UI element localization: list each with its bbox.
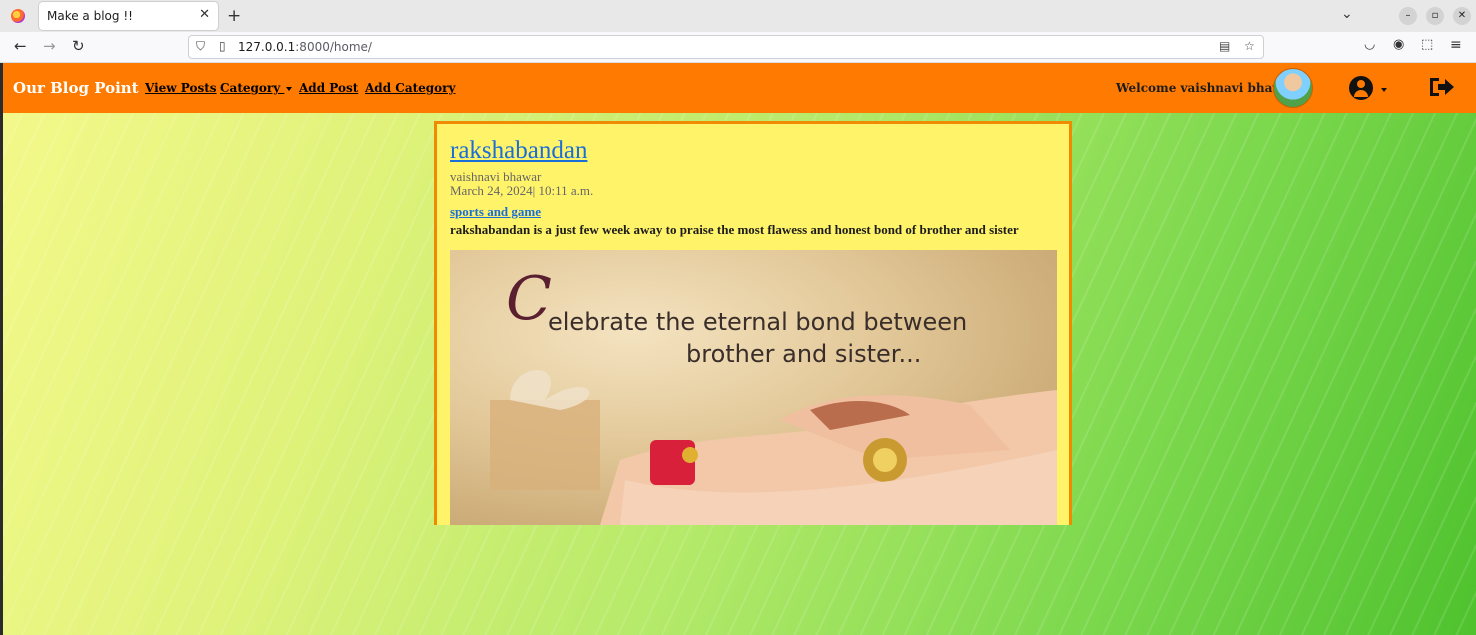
shield-icon[interactable]: ⛉ (196, 39, 205, 54)
url-bar[interactable]: ⛉ ▯ 127.0.0.1:8000/home/ ▤ ☆ (188, 35, 1264, 59)
image-text-line-2: brother and sister... (686, 340, 922, 368)
browser-tabbar: Make a blog !! ✕ + ⌄ – ▫ ✕ (0, 0, 1476, 32)
url-path: :8000/home/ (295, 40, 372, 54)
url-host: 127.0.0.1 (238, 40, 296, 54)
caret-down-icon[interactable] (1381, 88, 1387, 92)
image-text-line-1: elebrate the eternal bond between (548, 308, 968, 336)
nav-link-add-post[interactable]: Add Post (299, 81, 358, 95)
user-circle-icon[interactable] (1349, 76, 1373, 100)
site-navbar: Our Blog Point View Posts Category Add P… (3, 63, 1476, 113)
image-text-initial: C (506, 264, 552, 334)
post-image: C elebrate the eternal bond between brot… (450, 250, 1057, 525)
page: Our Blog Point View Posts Category Add P… (3, 63, 1476, 635)
browser-tab[interactable]: Make a blog !! ✕ (39, 2, 218, 30)
welcome-text: Welcome vaishnavi bhawar (1116, 81, 1297, 95)
nav-link-add-category[interactable]: Add Category (365, 81, 455, 95)
url-text[interactable]: 127.0.0.1:8000/home/ (238, 40, 372, 54)
firefox-icon (11, 9, 25, 23)
nav-link-category-label: Category (220, 81, 285, 95)
post-date: March 24, 2024| 10:11 a.m. (450, 183, 594, 198)
back-icon[interactable]: ← (14, 37, 27, 55)
chevron-down-icon[interactable]: ⌄ (1341, 6, 1353, 22)
nav-link-category[interactable]: Category (220, 81, 293, 95)
new-tab-icon[interactable]: + (227, 6, 241, 26)
reader-view-icon[interactable]: ▤ (1219, 39, 1230, 53)
avatar (1273, 68, 1313, 108)
site-brand[interactable]: Our Blog Point (13, 79, 139, 97)
bookmark-star-icon[interactable]: ☆ (1244, 39, 1255, 53)
nav-link-view-posts[interactable]: View Posts (145, 81, 217, 95)
browser-toolbar: ← → ↻ ⛉ ▯ 127.0.0.1:8000/home/ ▤ ☆ ◡ ◉ ⬚… (0, 32, 1476, 63)
post-title-link[interactable]: rakshabandan (450, 137, 587, 165)
post-card: rakshabandan vaishnavi bhawar March 24, … (434, 121, 1072, 525)
post-snippet: rakshabandan is a just few week away to … (450, 222, 1019, 237)
minimize-icon[interactable]: – (1399, 7, 1417, 25)
reload-icon[interactable]: ↻ (72, 37, 85, 55)
post-category-link[interactable]: sports and game (450, 204, 541, 220)
account-icon[interactable]: ◉ (1393, 37, 1404, 52)
menu-icon[interactable]: ≡ (1450, 37, 1462, 53)
tab-title: Make a blog !! (47, 9, 133, 23)
logout-icon[interactable] (1428, 75, 1456, 99)
caret-down-icon (286, 86, 293, 91)
page-icon: ▯ (219, 39, 226, 53)
close-tab-icon[interactable]: ✕ (199, 7, 210, 22)
restore-icon[interactable]: ▫ (1426, 7, 1444, 25)
close-window-icon[interactable]: ✕ (1453, 7, 1471, 25)
extensions-icon[interactable]: ⬚ (1421, 37, 1433, 52)
pocket-icon[interactable]: ◡ (1364, 37, 1375, 52)
forward-icon[interactable]: → (43, 37, 56, 55)
